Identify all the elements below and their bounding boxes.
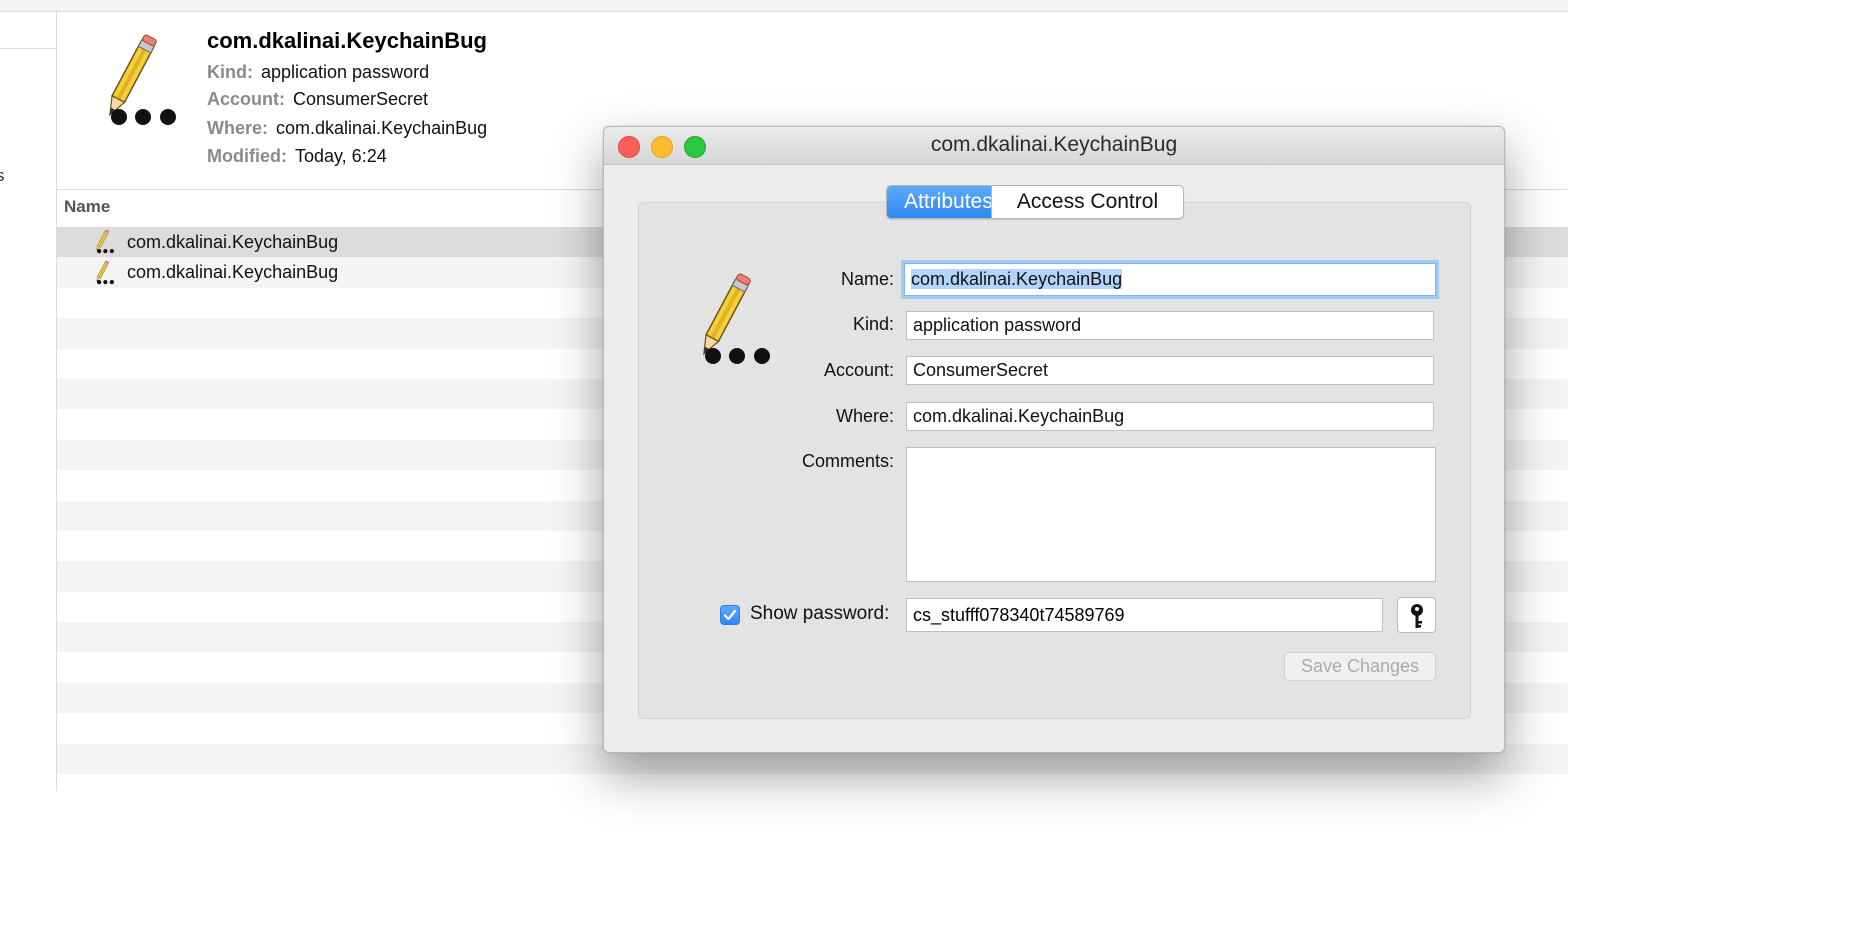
- name-field[interactable]: com.dkalinai.KeychainBug: [904, 263, 1436, 296]
- save-changes-button[interactable]: Save Changes: [1284, 652, 1436, 681]
- comments-textarea[interactable]: [906, 447, 1436, 582]
- window-top-strip: [0, 0, 1568, 12]
- summary-modified-value: Today, 6:24: [294, 146, 387, 166]
- key-button[interactable]: [1397, 597, 1436, 633]
- summary-where: Where: com.dkalinai.KeychainBug: [207, 118, 487, 139]
- dialog-titlebar[interactable]: com.dkalinai.KeychainBug: [604, 127, 1504, 165]
- sidebar-divider: [0, 48, 56, 49]
- tab-control: Attributes Access Control: [886, 185, 1184, 219]
- account-label: Account:: [823, 360, 894, 380]
- row-name: com.dkalinai.KeychainBug: [127, 231, 339, 252]
- row-name: com.dkalinai.KeychainBug: [127, 262, 339, 283]
- key-icon: [1411, 604, 1423, 628]
- summary-modified-label: Modified:: [207, 146, 287, 166]
- empty-row: [57, 774, 1568, 804]
- kind-field[interactable]: application password: [906, 311, 1434, 340]
- kind-label: Kind:: [852, 314, 894, 334]
- summary-account-label: Account:: [207, 89, 285, 109]
- tab-attributes[interactable]: Attributes: [887, 186, 993, 218]
- summary-kind: Kind: application password: [207, 62, 429, 83]
- sidebar-item-label[interactable]: s: [0, 166, 5, 186]
- summary-kind-label: Kind:: [207, 62, 253, 82]
- where-label: Where:: [835, 406, 894, 426]
- pencil-password-icon: [102, 33, 177, 126]
- column-header-name[interactable]: Name: [64, 197, 110, 217]
- show-password-label[interactable]: Show password:: [750, 603, 889, 625]
- show-password-checkbox[interactable]: [720, 605, 740, 625]
- name-label: Name:: [840, 269, 894, 289]
- where-field[interactable]: com.dkalinai.KeychainBug: [906, 402, 1434, 431]
- pencil-password-icon: [94, 229, 115, 254]
- sidebar: s: [0, 12, 57, 791]
- summary-where-label: Where:: [207, 118, 269, 138]
- account-field[interactable]: ConsumerSecret: [906, 356, 1434, 385]
- summary-where-value: com.dkalinai.KeychainBug: [276, 118, 488, 138]
- checkmark-icon: [723, 609, 737, 621]
- summary-account: Account: ConsumerSecret: [207, 89, 428, 110]
- item-info-dialog: com.dkalinai.KeychainBug Attributes Acce…: [603, 126, 1505, 753]
- summary-modified: Modified: Today, 6:24: [207, 146, 387, 167]
- summary-title: com.dkalinai.KeychainBug: [207, 28, 487, 53]
- tab-access-control[interactable]: Access Control: [991, 186, 1183, 218]
- name-field-value: com.dkalinai.KeychainBug: [911, 269, 1123, 289]
- summary-kind-value: application password: [260, 62, 430, 82]
- dialog-title: com.dkalinai.KeychainBug: [930, 133, 1178, 156]
- password-field[interactable]: cs_stufff078340t74589769: [906, 598, 1383, 632]
- pencil-password-icon: [94, 259, 115, 284]
- summary-account-value: ConsumerSecret: [293, 89, 429, 109]
- comments-label: Comments:: [801, 451, 894, 471]
